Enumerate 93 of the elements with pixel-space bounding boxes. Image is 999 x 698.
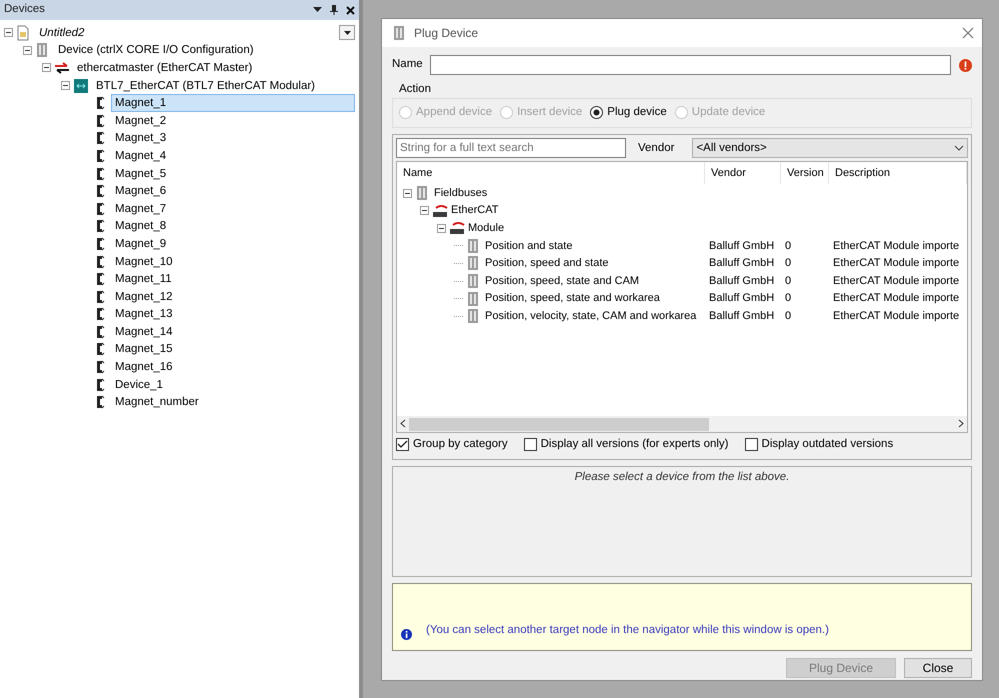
tree-item[interactable]: Magnet_12 <box>111 288 177 306</box>
tree-item[interactable]: Magnet_14 <box>111 322 177 341</box>
collapse-icon[interactable] <box>42 63 51 72</box>
name-label: Name <box>392 57 422 72</box>
tree-item[interactable]: Magnet_number <box>111 393 203 412</box>
list-item[interactable]: Position, speed, state and workarea <box>485 290 660 307</box>
table-cell: EtherCAT Module importe <box>833 257 960 270</box>
table-cell: Balluff GmbH <box>709 274 774 287</box>
radio-button[interactable] <box>590 106 604 119</box>
list-item[interactable]: Fieldbuses <box>434 184 488 202</box>
column-header[interactable]: Name <box>403 165 432 182</box>
checkbox[interactable] <box>744 438 758 452</box>
pin-icon[interactable] <box>330 5 338 15</box>
vendor-label: Vendor <box>638 140 674 156</box>
table-cell: Balluff GmbH <box>709 240 774 252</box>
dropdown-icon[interactable] <box>339 25 355 40</box>
vendor-dropdown[interactable]: <All vendors> <box>692 138 968 158</box>
vendor-value: <All vendors> <box>696 140 768 156</box>
list-item[interactable]: EtherCAT <box>451 202 498 219</box>
table-cell: 0 <box>785 310 792 322</box>
table-cell: EtherCAT Module importe <box>833 274 960 287</box>
tree-item[interactable]: Magnet_16 <box>111 358 177 376</box>
name-field[interactable] <box>430 55 951 75</box>
checkbox[interactable] <box>524 438 537 452</box>
logo-icon <box>432 202 448 219</box>
group-label: Action <box>398 82 431 97</box>
tree-item[interactable]: ethercatmaster (EtherCAT Master) <box>73 58 256 77</box>
table-cell: 0 <box>785 292 792 304</box>
tree-item[interactable]: Magnet_1 <box>111 94 355 112</box>
tree-item[interactable]: Magnet_11 <box>111 270 176 288</box>
collapse-icon[interactable] <box>4 28 13 38</box>
search-field[interactable]: String for a full text search <box>396 138 626 158</box>
panel-title: Devices <box>4 2 46 18</box>
tree-item[interactable]: Magnet_2 <box>111 112 170 130</box>
radio-label: Update device <box>692 104 766 120</box>
tree-item[interactable]: Magnet_6 <box>111 182 170 200</box>
horizontal-scrollbar[interactable] <box>397 416 967 432</box>
tree-item[interactable]: Magnet_3 <box>111 129 170 148</box>
list-item[interactable]: Module <box>468 220 504 236</box>
checkbox-label: Display outdated versions <box>762 437 894 452</box>
logo-icon <box>449 220 465 236</box>
table-cell: Balluff GmbH <box>709 292 774 304</box>
tree-item[interactable]: Magnet_9 <box>111 234 170 253</box>
arrows-icon <box>54 60 70 76</box>
tree-item[interactable]: Magnet_13 <box>111 305 177 324</box>
collapse-icon[interactable] <box>403 188 412 198</box>
tree-item[interactable]: Magnet_10 <box>111 252 177 271</box>
tree-item[interactable]: Device (ctrlX CORE I/O Configuration) <box>54 41 258 60</box>
collapse-icon[interactable] <box>61 81 70 90</box>
list-item[interactable]: Position, velocity, state, CAM and workarea <box>485 308 696 324</box>
dialog-title: Plug Device <box>414 25 480 42</box>
collapse-icon[interactable] <box>437 224 446 233</box>
checkbox-label: Display all versions (for experts only) <box>540 437 729 452</box>
column-header[interactable]: Description <box>835 165 890 182</box>
tree-item[interactable]: Magnet_8 <box>111 217 170 236</box>
table-cell: EtherCAT Module importe <box>833 310 960 322</box>
table-cell: Balluff GmbH <box>709 310 774 322</box>
table-cell: 0 <box>785 274 792 287</box>
column-header[interactable]: Version <box>787 165 824 182</box>
checkbox-label: Group by category <box>413 437 508 452</box>
collapse-icon[interactable] <box>23 46 32 55</box>
tree-item[interactable]: Untitled2 <box>35 24 88 42</box>
status-message: Please select a device from the list above. <box>574 470 790 482</box>
dropdown-icon[interactable] <box>313 7 322 13</box>
list-item[interactable]: Position and state <box>485 238 572 254</box>
table-cell: EtherCAT Module importe <box>833 292 960 304</box>
tree-item[interactable]: Magnet_7 <box>111 200 170 218</box>
tree-item[interactable]: Magnet_5 <box>111 164 170 183</box>
tree-item[interactable]: Magnet_15 <box>111 340 177 358</box>
checkbox[interactable] <box>396 438 409 452</box>
close-icon[interactable] <box>346 6 355 14</box>
dialog-button[interactable]: Close <box>904 658 972 678</box>
tree-item[interactable]: BTL7_EtherCAT (BTL7 EtherCAT Modular) <box>92 76 320 95</box>
scrollbar-thumb[interactable] <box>409 418 710 431</box>
caret-icon <box>954 145 964 152</box>
collapse-icon[interactable] <box>420 206 429 216</box>
list-item[interactable]: Position, speed, state and CAM <box>485 272 640 290</box>
table-cell: 0 <box>785 257 792 270</box>
table-cell: EtherCAT Module importe <box>833 240 960 252</box>
table-cell: Balluff GmbH <box>709 257 774 270</box>
module-icon <box>73 78 89 94</box>
tree-item[interactable]: Magnet_4 <box>111 146 170 165</box>
device-icon <box>393 26 405 40</box>
list-item[interactable]: Position, speed and state <box>485 255 609 272</box>
info-message: (You can select another target node in the navigator while this window is open.) <box>426 623 829 638</box>
radio-label: Insert device <box>517 104 582 120</box>
error-icon <box>959 58 972 72</box>
tree-item[interactable]: Device_1 <box>111 376 167 394</box>
info-icon <box>401 628 412 640</box>
column-header[interactable]: Vendor <box>711 165 746 182</box>
table-cell: 0 <box>785 240 792 252</box>
radio-label: Append device <box>416 104 492 120</box>
radio-label: Plug device <box>607 104 667 120</box>
